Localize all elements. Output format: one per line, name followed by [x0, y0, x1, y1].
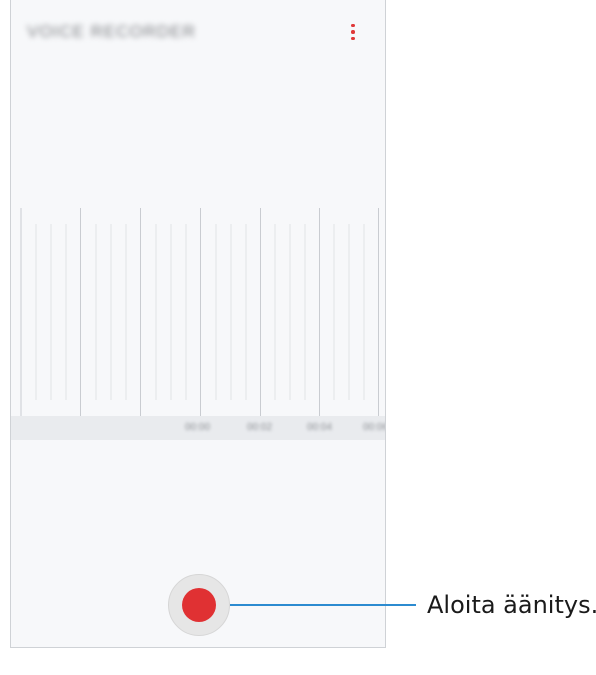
more-vertical-icon	[351, 23, 355, 41]
voice-recorder-screen: VOICE RECORDER 00:00 00:02 00:04 00:06	[10, 0, 386, 648]
timeline-bar: 00:00 00:02 00:04 00:06	[11, 416, 386, 440]
time-label: 00:02	[247, 422, 273, 433]
callout-label: Aloita äänitys.	[427, 591, 596, 619]
waveform-grid	[20, 208, 385, 416]
time-label: 00:00	[185, 422, 211, 433]
callout-line	[230, 604, 416, 606]
app-title: VOICE RECORDER	[27, 22, 196, 41]
time-label: 00:04	[307, 422, 333, 433]
record-icon	[182, 588, 216, 622]
record-button[interactable]	[168, 574, 230, 636]
time-label: 00:06	[363, 422, 386, 433]
more-options-button[interactable]	[343, 18, 363, 46]
